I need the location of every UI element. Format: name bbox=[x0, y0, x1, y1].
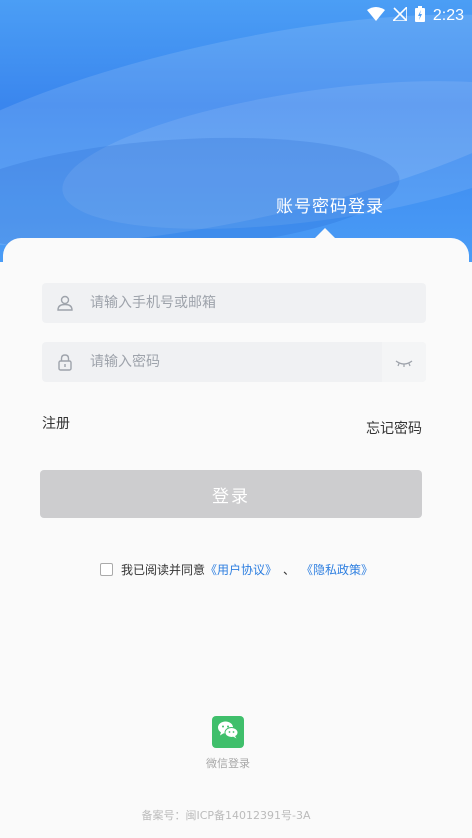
login-button[interactable]: 登录 bbox=[40, 470, 422, 518]
wechat-login-button[interactable] bbox=[212, 716, 244, 748]
lock-icon bbox=[42, 353, 88, 371]
password-visibility-toggle[interactable] bbox=[382, 342, 426, 382]
wechat-icon bbox=[217, 720, 239, 744]
no-signal-icon bbox=[390, 4, 408, 26]
agreement-row: 我已阅读并同意 《用户协议》 、 《隐私政策》 bbox=[100, 561, 373, 578]
user-agreement-link[interactable]: 《用户协议》 bbox=[205, 561, 277, 578]
agreement-text: 我已阅读并同意 bbox=[121, 563, 206, 577]
eye-closed-icon bbox=[395, 353, 413, 372]
forgot-password-link[interactable]: 忘记密码 bbox=[366, 418, 422, 438]
username-field bbox=[42, 282, 426, 324]
tab-password-login[interactable]: 账号密码登录 bbox=[276, 192, 384, 217]
password-input[interactable] bbox=[88, 341, 382, 383]
agreement-separator: 、 bbox=[283, 563, 296, 577]
wifi-icon bbox=[366, 6, 385, 26]
tab-indicator bbox=[313, 228, 337, 240]
agreement-checkbox[interactable] bbox=[100, 563, 113, 576]
wechat-login-label: 微信登录 bbox=[206, 757, 250, 770]
icp-record: 备案号：闽ICP备14012391号-3A bbox=[141, 809, 311, 822]
register-link[interactable]: 注册 bbox=[42, 413, 70, 433]
login-card bbox=[3, 238, 469, 838]
username-input[interactable] bbox=[88, 282, 426, 324]
password-field bbox=[42, 341, 426, 383]
status-bar: 2:23 bbox=[366, 4, 464, 28]
login-screen: 2:23 账号密码登录 请输入手机号或邮箱 注册 忘记密码 登录 我已阅读并同意… bbox=[0, 0, 472, 838]
header-banner bbox=[0, 0, 472, 262]
battery-charging-icon bbox=[414, 5, 425, 27]
user-icon bbox=[42, 294, 88, 312]
privacy-policy-link[interactable]: 《隐私政策》 bbox=[301, 561, 373, 578]
status-time: 2:23 bbox=[432, 7, 464, 24]
